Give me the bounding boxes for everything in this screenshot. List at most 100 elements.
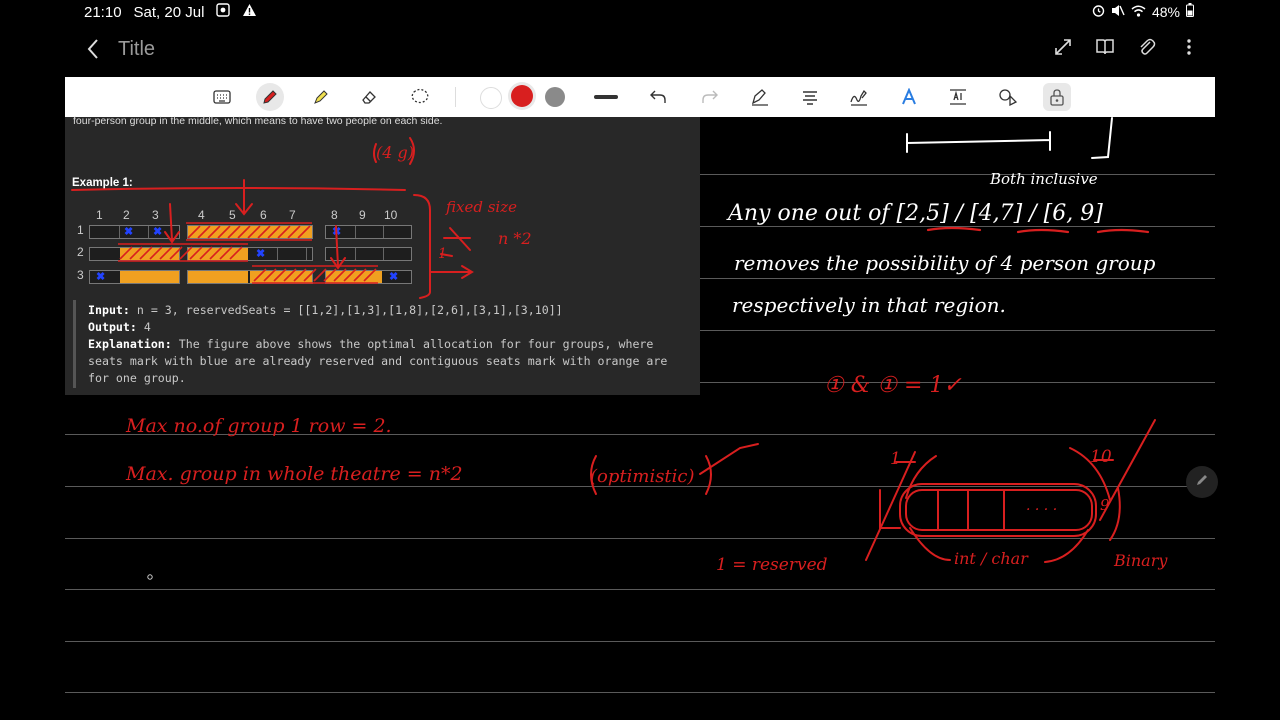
- output-line: Output: 4: [88, 320, 151, 334]
- attach-icon[interactable]: [1136, 36, 1158, 58]
- seat-number: 10: [384, 208, 398, 222]
- book-icon[interactable]: [1094, 36, 1116, 58]
- highlighter-icon[interactable]: [307, 83, 335, 111]
- reserved-mark: ✖: [256, 248, 266, 260]
- battery-icon: [1186, 3, 1194, 20]
- color-swatch-red[interactable]: [511, 85, 533, 107]
- pen-icon[interactable]: [256, 83, 284, 111]
- shapes-icon[interactable]: [994, 83, 1022, 111]
- seat-group-middle: ✖: [187, 247, 313, 261]
- reserved-mark: ✖: [96, 271, 106, 283]
- stray-dot: [147, 574, 153, 580]
- seat-group-left: ✖ ✖: [89, 225, 180, 239]
- seat-group-middle: [187, 270, 313, 284]
- note-title[interactable]: Title: [118, 38, 155, 61]
- status-bar: 21:10 Sat, 20 Jul 48%: [0, 0, 1280, 26]
- screenshot-icon: [216, 3, 231, 21]
- lasso-icon[interactable]: [406, 83, 434, 111]
- pasted-problem-image[interactable]: four-person group in the middle, which m…: [65, 115, 700, 395]
- ruled-line: [65, 538, 1215, 539]
- status-left: 21:10 Sat, 20 Jul: [84, 3, 257, 21]
- range-underlines: [926, 226, 1150, 234]
- input-label: Input:: [88, 303, 130, 317]
- note-line1: Any one out of [2,5] / [4,7] / [6, 9]: [726, 201, 1103, 226]
- status-date: Sat, 20 Jul: [133, 3, 205, 21]
- shape-pen-icon[interactable]: [746, 83, 774, 111]
- line-weight-icon[interactable]: [592, 83, 620, 111]
- chevron-left-icon[interactable]: [86, 38, 100, 65]
- reserved-mark: ✖: [124, 226, 134, 238]
- note-optimistic: (optimistic): [590, 466, 695, 487]
- ruled-line: [65, 434, 1215, 435]
- battery-text: 48%: [1151, 3, 1180, 20]
- floating-pen-button[interactable]: [1186, 466, 1218, 498]
- ruled-line: [65, 486, 1215, 487]
- seat-group-right: ✖: [325, 225, 412, 239]
- undo-icon[interactable]: [644, 83, 672, 111]
- text-box-icon[interactable]: [944, 83, 972, 111]
- signature-icon[interactable]: [845, 83, 873, 111]
- redo-icon[interactable]: [696, 83, 724, 111]
- note-reserved: 1 = reserved: [716, 555, 828, 575]
- note-max-theatre: Max. group in whole theatre = n*2: [125, 463, 463, 485]
- note-equation: ① & ① = 1✓: [824, 373, 962, 398]
- pen-icon: [1195, 473, 1209, 491]
- lock-icon[interactable]: [1043, 83, 1071, 111]
- seat-number: 2: [123, 208, 130, 222]
- seat-group-left: ✖: [89, 270, 180, 284]
- note-row-start: 1: [890, 449, 901, 469]
- row-number: 1: [77, 223, 84, 237]
- row-number: 3: [77, 268, 84, 282]
- ruled-line: [65, 589, 1215, 590]
- range-bracket-drawing: [906, 117, 1113, 159]
- more-vert-icon[interactable]: [1178, 36, 1200, 58]
- eraser-icon[interactable]: [355, 83, 383, 111]
- mute-icon: [1111, 4, 1125, 20]
- input-value: n = 3, reservedSeats = [[1,2],[1,3],[1,8…: [129, 303, 563, 317]
- seat-number: 1: [96, 208, 103, 222]
- seat-group-right: [325, 247, 412, 261]
- note-line3: respectively in that region.: [732, 293, 1006, 317]
- reserved-mark: ✖: [389, 271, 399, 283]
- white-handwriting: Both inclusive Any one out of [2,5] / [4…: [726, 170, 1156, 317]
- input-line: Input: n = 3, reservedSeats = [[1,2],[1,…: [88, 303, 563, 317]
- note-binary: Binary: [1113, 551, 1168, 570]
- expand-icon[interactable]: [1052, 36, 1074, 58]
- row-number: 2: [77, 245, 84, 259]
- explanation-line: for one group.: [88, 371, 186, 385]
- color-swatch-gray[interactable]: [545, 87, 565, 107]
- explanation-line: seats mark with blue are already reserve…: [88, 354, 668, 368]
- row-bitmask-drawing: [865, 419, 1156, 563]
- seat-number: 6: [260, 208, 267, 222]
- note-row-nine: 9: [1100, 496, 1110, 514]
- seat-number: 9: [359, 208, 366, 222]
- warning-icon: [242, 3, 257, 21]
- note-line2: removes the possibility of 4 person grou…: [734, 251, 1156, 275]
- color-swatch-white[interactable]: [480, 87, 502, 109]
- toolbar-separator: [455, 87, 456, 107]
- seat-group-left: [89, 247, 180, 261]
- note-both-inclusive: Both inclusive: [989, 170, 1098, 188]
- example-title: Example 1:: [72, 177, 133, 189]
- ruled-line: [65, 692, 1215, 693]
- seat-number: 4: [198, 208, 205, 222]
- note-row-ellipsis: · · · ·: [1026, 502, 1057, 518]
- seat-group-middle: [187, 225, 313, 239]
- text-lines-icon[interactable]: [796, 83, 824, 111]
- text-style-icon[interactable]: [895, 83, 923, 111]
- keyboard-icon[interactable]: [208, 83, 236, 111]
- reserved-mark: ✖: [332, 226, 342, 238]
- wifi-icon: [1131, 4, 1146, 20]
- explanation-line: Explanation: The figure above shows the …: [88, 337, 653, 351]
- note-row-end: 10: [1090, 447, 1112, 467]
- title-bar: Title: [0, 30, 1280, 72]
- note-int-char: int / char: [954, 549, 1029, 568]
- status-time: 21:10: [84, 3, 122, 21]
- alarm-icon: [1092, 4, 1105, 20]
- problem-description: four-person group in the middle, which m…: [73, 115, 443, 127]
- seat-group-right: ✖: [325, 270, 412, 284]
- output-label: Output:: [88, 320, 137, 334]
- drawing-toolbar: [65, 77, 1215, 117]
- status-right: 48%: [1092, 3, 1194, 20]
- output-value: 4: [136, 320, 151, 334]
